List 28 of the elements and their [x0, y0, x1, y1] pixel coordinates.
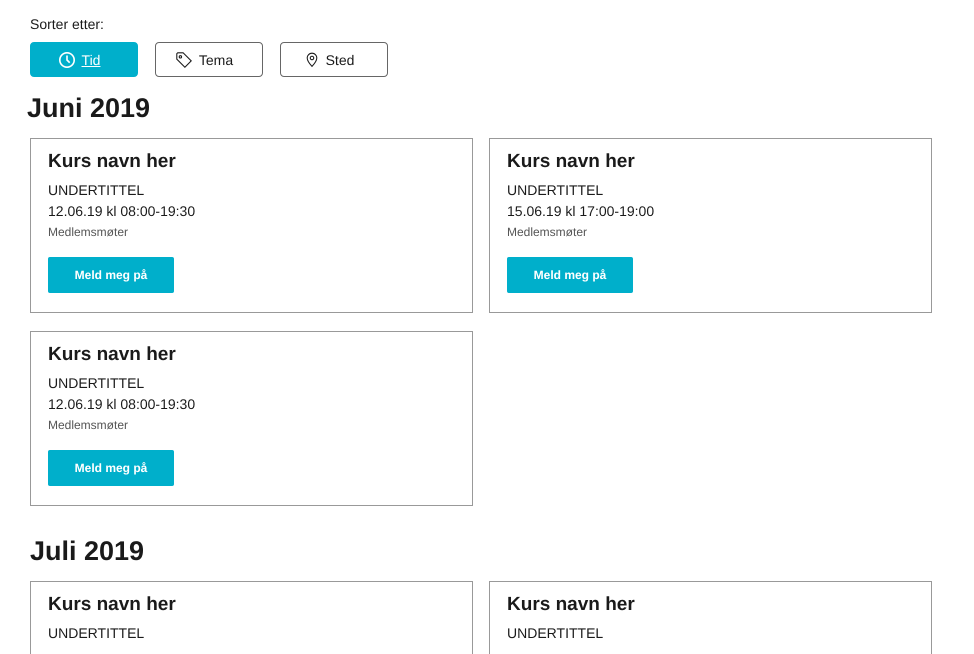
- tag-icon: [174, 50, 193, 68]
- sort-option[interactable]: Tid: [30, 42, 138, 77]
- event-subtitle: UNDERTITTEL: [48, 182, 144, 198]
- event-title: Kurs navn her: [507, 151, 635, 173]
- event-title: Kurs navn her: [507, 594, 635, 616]
- event-category: Medlemsmøter: [507, 225, 588, 239]
- month-heading: Juni 2019: [27, 93, 150, 124]
- event-title: Kurs navn her: [48, 151, 176, 173]
- event-subtitle: UNDERTITTEL: [48, 625, 144, 641]
- month-heading: Juli 2019: [30, 536, 144, 567]
- event-subtitle: UNDERTITTEL: [48, 375, 144, 391]
- signup-button[interactable]: Meld meg på: [48, 257, 174, 293]
- event-time: 12.06.19 kl 08:00-19:30: [48, 396, 196, 412]
- sort-option[interactable]: Sted: [280, 42, 388, 77]
- sort-option[interactable]: Tema: [155, 42, 263, 77]
- location-pin-icon: [304, 50, 320, 68]
- signup-button[interactable]: Meld meg på: [48, 450, 174, 486]
- event-title: Kurs navn her: [48, 594, 176, 616]
- signup-button[interactable]: Meld meg på: [507, 257, 633, 293]
- sort-label: Sorter etter:: [30, 16, 104, 32]
- event-time: 15.06.19 kl 17:00-19:00: [507, 203, 654, 219]
- event-time: 12.06.19 kl 08:00-19:30: [48, 203, 196, 219]
- event-subtitle: UNDERTITTEL: [507, 182, 604, 198]
- event-category: Medlemsmøter: [48, 225, 128, 239]
- event-subtitle: UNDERTITTEL: [507, 625, 604, 641]
- clock-icon: [58, 50, 76, 68]
- event-category: Medlemsmøter: [48, 418, 128, 432]
- event-title: Kurs navn her: [48, 344, 176, 366]
